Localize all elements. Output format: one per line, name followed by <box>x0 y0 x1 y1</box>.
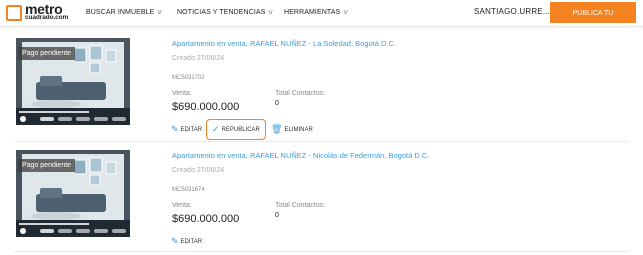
listing-thumbnail[interactable]: Pago pendiente <box>16 150 130 237</box>
chevron-down-icon: ∨ <box>267 9 275 16</box>
listing-divider <box>14 251 629 252</box>
delete-label: ELIMINAR <box>284 126 313 133</box>
nav-label: HERRAMIENTAS <box>284 9 341 16</box>
listing-created-date: Creado 27/06/24 <box>172 167 225 174</box>
payment-pending-badge: Pago pendiente <box>18 47 76 60</box>
republish-button[interactable]: ✓ REPUBLICAR <box>206 119 266 140</box>
republish-label: REPUBLICAR <box>221 126 260 133</box>
edit-button[interactable]: ✎ EDITAR <box>171 124 202 135</box>
edit-button[interactable]: ✎ EDITAR <box>171 236 202 247</box>
pencil-icon: ✎ <box>171 236 179 246</box>
nav-buscar-inmueble[interactable]: BUSCAR INMUEBLE ∨ <box>86 8 163 16</box>
nav-label: BUSCAR INMUEBLE <box>86 9 155 16</box>
nav-herramientas[interactable]: HERRAMIENTAS ∨ <box>284 8 349 16</box>
logo-square-icon <box>6 5 22 21</box>
sale-label: Venta: <box>172 90 192 97</box>
user-menu[interactable]: SANTIAGO.URRE... <box>474 7 550 16</box>
total-contacts-value: 0 <box>275 100 279 107</box>
listing-title[interactable]: Apartamento en venta, RAFAEL NUÑEZ - La … <box>172 39 396 48</box>
listing-divider <box>14 141 629 142</box>
listing-title[interactable]: Apartamento en venta, RAFAEL NUÑEZ - Nic… <box>172 151 429 160</box>
logo-sub: cuadrado.com <box>25 14 69 21</box>
top-navbar: metro cuadrado.com BUSCAR INMUEBLE ∨ NOTI… <box>0 0 643 38</box>
total-contacts-label: Total Contactos: <box>275 90 326 97</box>
listing-price: $690.000.000 <box>172 213 240 225</box>
chevron-down-icon: ∨ <box>156 9 164 16</box>
trash-icon: 🗑 <box>271 124 283 134</box>
listing-thumbnail[interactable]: Pago pendiente <box>16 38 130 125</box>
edit-label: EDITAR <box>180 126 203 133</box>
listing-price: $690.000.000 <box>172 101 240 113</box>
delete-button[interactable]: 🗑 ELIMINAR <box>271 124 313 135</box>
total-contacts-value: 0 <box>275 212 279 219</box>
chevron-down-icon: ∨ <box>342 9 350 16</box>
total-contacts-label: Total Contactos: <box>275 202 326 209</box>
check-icon: ✓ <box>212 124 220 134</box>
sale-label: Venta: <box>172 202 192 209</box>
listing-code: MC5031674 <box>172 187 205 193</box>
listing-code: MC5031702 <box>172 75 205 81</box>
publish-property-button[interactable]: PUBLICA TU INMUEBLE <box>550 2 636 38</box>
pencil-icon: ✎ <box>171 124 179 134</box>
metrocuadrado-logo[interactable]: metro cuadrado.com <box>6 1 74 22</box>
payment-pending-badge: Pago pendiente <box>18 159 76 172</box>
edit-label: EDITAR <box>180 238 203 245</box>
nav-label: NOTICIAS Y TENDENCIAS <box>177 9 266 16</box>
nav-noticias[interactable]: NOTICIAS Y TENDENCIAS ∨ <box>177 8 274 16</box>
listing-created-date: Creado 27/06/24 <box>172 55 225 62</box>
